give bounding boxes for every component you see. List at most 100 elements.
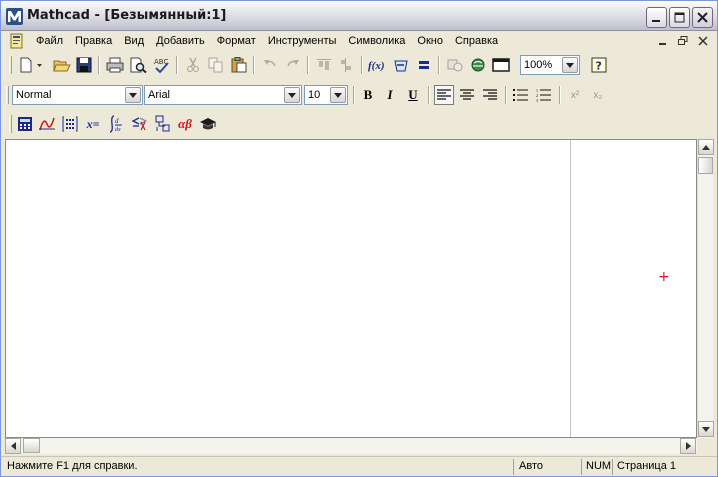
horizontal-scrollbar[interactable] xyxy=(5,438,697,454)
scroll-right-button[interactable] xyxy=(680,438,696,454)
symbolic-palette-button[interactable] xyxy=(197,113,219,135)
doc-close-icon[interactable] xyxy=(695,34,711,48)
greek-palette-button[interactable]: αβ xyxy=(174,113,196,135)
menu-window[interactable]: Окно xyxy=(411,34,449,48)
menu-insert[interactable]: Добавить xyxy=(150,34,211,48)
document-icon[interactable] xyxy=(9,33,25,49)
zoom-value: 100% xyxy=(524,59,553,71)
superscript-button[interactable]: x² xyxy=(565,85,585,105)
insert-function-button[interactable]: f(x) xyxy=(367,54,389,76)
calculus-palette-icon: d dx xyxy=(109,115,122,133)
menu-format[interactable]: Формат xyxy=(211,34,262,48)
align-right-text-button[interactable] xyxy=(480,85,500,105)
italic-button[interactable]: I xyxy=(380,85,400,105)
align-left-text-button[interactable] xyxy=(434,85,454,105)
vertical-scroll-thumb[interactable] xyxy=(698,157,713,174)
doc-minimize-icon[interactable] xyxy=(655,34,671,48)
chevron-down-icon[interactable] xyxy=(125,87,141,103)
vertical-scrollbar[interactable] xyxy=(697,139,714,438)
toolbar-grip[interactable] xyxy=(9,115,12,133)
print-preview-button[interactable] xyxy=(127,54,149,76)
resource-center-button[interactable] xyxy=(467,54,489,76)
help-button[interactable]: ? xyxy=(588,54,610,76)
insertion-crosshair-icon: + xyxy=(658,269,670,285)
zoom-select[interactable]: 100% xyxy=(520,55,580,75)
save-button[interactable] xyxy=(73,54,95,76)
menu-edit[interactable]: Правка xyxy=(69,34,118,48)
underline-button[interactable]: U xyxy=(403,85,423,105)
chevron-down-icon[interactable] xyxy=(562,57,578,73)
scroll-down-button[interactable] xyxy=(698,421,714,437)
spell-check-button[interactable]: ABC xyxy=(150,54,172,76)
copy-button[interactable] xyxy=(205,54,227,76)
doc-restore-icon[interactable] xyxy=(675,34,691,48)
insert-unit-button[interactable] xyxy=(390,54,412,76)
status-separator xyxy=(513,459,514,475)
calculator-palette-button[interactable] xyxy=(14,113,36,135)
matrix-palette-button[interactable] xyxy=(59,113,81,135)
graph-palette-button[interactable] xyxy=(36,113,58,135)
font-select[interactable]: Arial xyxy=(144,85,302,105)
status-separator xyxy=(612,459,613,475)
align-left-button[interactable] xyxy=(335,54,357,76)
menu-view[interactable]: Вид xyxy=(118,34,150,48)
calculate-button[interactable] xyxy=(413,54,435,76)
align-left-icon xyxy=(341,58,351,72)
toolbar-separator xyxy=(559,86,561,104)
insert-component-button[interactable] xyxy=(444,54,466,76)
menu-items: Файл Правка Вид Добавить Формат Инструме… xyxy=(30,34,504,48)
scroll-up-button[interactable] xyxy=(698,139,714,155)
open-button[interactable] xyxy=(51,54,73,76)
evaluation-palette-button[interactable]: x= xyxy=(82,113,104,135)
bold-button[interactable]: B xyxy=(358,85,378,105)
bullet-list-button[interactable] xyxy=(511,85,531,105)
align-top-button[interactable] xyxy=(313,54,335,76)
toolbar-grip[interactable] xyxy=(9,56,12,74)
chevron-left-icon xyxy=(10,442,16,450)
redo-button[interactable] xyxy=(282,54,304,76)
close-button[interactable] xyxy=(692,7,713,28)
status-page: Страница 1 xyxy=(617,460,677,472)
programming-palette-button[interactable] xyxy=(151,113,173,135)
worksheet-area[interactable]: + xyxy=(5,139,697,438)
style-value: Normal xyxy=(16,89,52,101)
title-bar[interactable]: Mathcad - [Безымянный:1] xyxy=(1,1,717,31)
toolbar-grip[interactable] xyxy=(6,86,9,104)
calculus-palette-button[interactable]: d dx xyxy=(105,113,127,135)
status-help-text: Нажмите F1 для справки. xyxy=(7,460,138,472)
chevron-down-icon[interactable] xyxy=(284,87,300,103)
minimize-button[interactable] xyxy=(646,7,667,28)
boolean-palette-button[interactable] xyxy=(128,113,150,135)
print-preview-icon xyxy=(130,57,147,73)
chevron-up-icon xyxy=(702,144,710,150)
numbered-list-button[interactable]: 123 xyxy=(534,85,554,105)
subscript-button[interactable]: x₂ xyxy=(588,85,608,105)
align-center-text-button[interactable] xyxy=(457,85,477,105)
status-separator xyxy=(581,459,582,475)
menu-file[interactable]: Файл xyxy=(30,34,69,48)
menu-symbolics[interactable]: Символика xyxy=(342,34,411,48)
chevron-right-icon xyxy=(685,442,691,450)
scrollbar-corner xyxy=(697,438,713,454)
toolbar-separator xyxy=(438,56,440,74)
paste-button[interactable] xyxy=(228,54,250,76)
cut-button[interactable] xyxy=(182,54,204,76)
insert-unit-icon xyxy=(394,60,408,72)
document-window-controls xyxy=(655,34,711,48)
print-button[interactable] xyxy=(104,54,126,76)
new-document-button[interactable] xyxy=(16,54,46,76)
chevron-down-icon[interactable] xyxy=(330,87,346,103)
cut-icon xyxy=(187,57,199,72)
insert-component-icon xyxy=(447,59,463,72)
insert-region-button[interactable] xyxy=(490,54,512,76)
font-size-select[interactable]: 10 xyxy=(304,85,348,105)
maximize-button[interactable] xyxy=(669,7,690,28)
undo-button[interactable] xyxy=(259,54,281,76)
scroll-left-button[interactable] xyxy=(5,438,21,454)
menu-tools[interactable]: Инструменты xyxy=(262,34,343,48)
menu-help[interactable]: Справка xyxy=(449,34,504,48)
insert-function-icon: f(x) xyxy=(368,60,385,72)
horizontal-scroll-thumb[interactable] xyxy=(23,438,40,453)
menu-bar: Файл Правка Вид Добавить Формат Инструме… xyxy=(1,31,717,51)
style-select[interactable]: Normal xyxy=(12,85,143,105)
